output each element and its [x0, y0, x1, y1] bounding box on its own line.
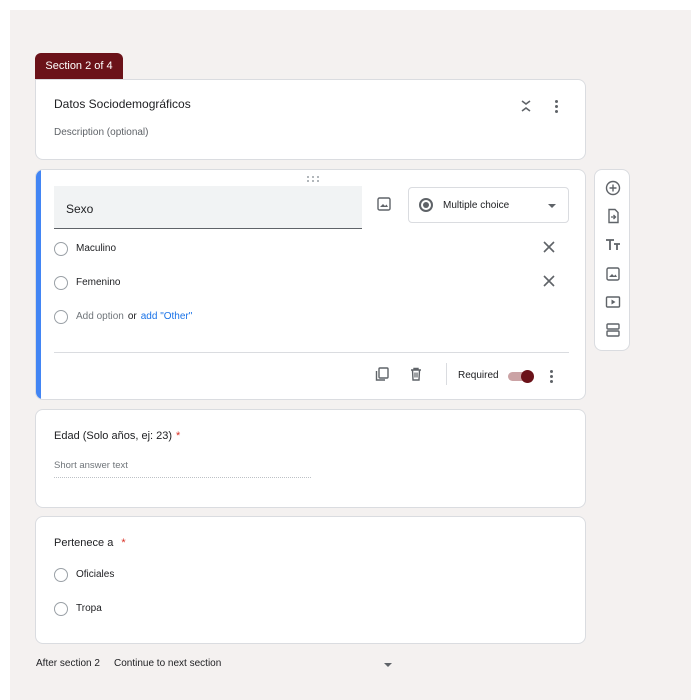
- question-type-label: Multiple choice: [443, 200, 510, 211]
- drag-handle-icon[interactable]: [306, 175, 320, 183]
- add-option-button[interactable]: Add option: [76, 311, 124, 322]
- duplicate-icon[interactable]: [375, 367, 389, 381]
- question-card-pertenece[interactable]: Pertenece a * Oficiales Tropa: [35, 516, 586, 644]
- section-header-card: Datos Sociodemográficos Description (opt…: [35, 79, 586, 160]
- add-image-icon[interactable]: [605, 266, 621, 282]
- add-video-icon[interactable]: [605, 294, 621, 310]
- after-section-dropdown[interactable]: Continue to next section: [114, 658, 221, 669]
- question-footer-divider: [54, 352, 569, 353]
- footer-separator: [446, 363, 447, 385]
- after-section-dropdown-arrow-icon[interactable]: [384, 663, 392, 667]
- add-image-to-question-icon[interactable]: [377, 197, 391, 211]
- option-row: Oficiales: [54, 566, 564, 584]
- option-row: Maculino: [54, 240, 564, 258]
- add-title-icon[interactable]: [605, 237, 621, 253]
- question-title-text: Pertenece a: [54, 537, 114, 549]
- section-title[interactable]: Datos Sociodemográficos: [54, 97, 191, 111]
- after-section-label: After section 2: [36, 658, 100, 669]
- radio-button-icon: [419, 198, 433, 212]
- option-row: Tropa: [54, 600, 564, 618]
- required-label: Required: [458, 370, 499, 381]
- delete-icon[interactable]: [409, 367, 423, 381]
- question-card-edad[interactable]: Edad (Solo años, ej: 23) * Short answer t…: [35, 409, 586, 508]
- option-radio: [54, 568, 68, 582]
- floating-toolbar: [594, 169, 630, 351]
- import-questions-icon[interactable]: [605, 208, 621, 224]
- question-title-text: Sexo: [66, 202, 94, 216]
- short-answer-placeholder: Short answer text: [54, 460, 128, 471]
- section-badge: Section 2 of 4: [35, 53, 123, 79]
- question-type-dropdown[interactable]: Multiple choice: [408, 187, 569, 223]
- option-radio: [54, 310, 68, 324]
- section-more-options-icon[interactable]: [549, 98, 563, 114]
- option-radio: [54, 276, 68, 290]
- section-description-field[interactable]: Description (optional): [54, 127, 149, 138]
- option-radio: [54, 242, 68, 256]
- add-option-row: Add option or add "Other": [54, 308, 564, 326]
- required-asterisk: *: [121, 537, 126, 549]
- dropdown-arrow-icon: [548, 204, 556, 208]
- required-asterisk: *: [176, 430, 181, 442]
- question-title: Edad (Solo años, ej: 23) *: [54, 430, 180, 442]
- add-other-button[interactable]: add "Other": [141, 311, 193, 322]
- option-label: Oficiales: [76, 569, 115, 580]
- remove-option-icon[interactable]: [542, 274, 556, 288]
- question-card-sexo: Sexo Multiple choice Maculino Femenino A…: [35, 169, 586, 400]
- add-option-group: Add option or add "Other": [76, 311, 192, 322]
- option-label[interactable]: Maculino: [76, 243, 116, 254]
- collapse-section-icon[interactable]: [519, 98, 533, 114]
- required-toggle[interactable]: [508, 370, 534, 383]
- option-radio: [54, 602, 68, 616]
- toggle-thumb: [521, 370, 534, 383]
- option-label[interactable]: Femenino: [76, 277, 120, 288]
- option-row: Femenino: [54, 274, 564, 292]
- add-section-icon[interactable]: [605, 322, 621, 338]
- or-text: or: [127, 311, 137, 322]
- option-label: Tropa: [76, 603, 102, 614]
- add-question-icon[interactable]: [605, 180, 621, 196]
- active-question-indicator: [36, 170, 41, 399]
- answer-underline: [54, 477, 311, 478]
- question-title-text: Edad (Solo años, ej: 23): [54, 430, 173, 442]
- question-more-options-icon[interactable]: [544, 368, 558, 384]
- remove-option-icon[interactable]: [542, 240, 556, 254]
- question-title-input[interactable]: Sexo: [54, 186, 362, 229]
- question-title: Pertenece a *: [54, 537, 126, 549]
